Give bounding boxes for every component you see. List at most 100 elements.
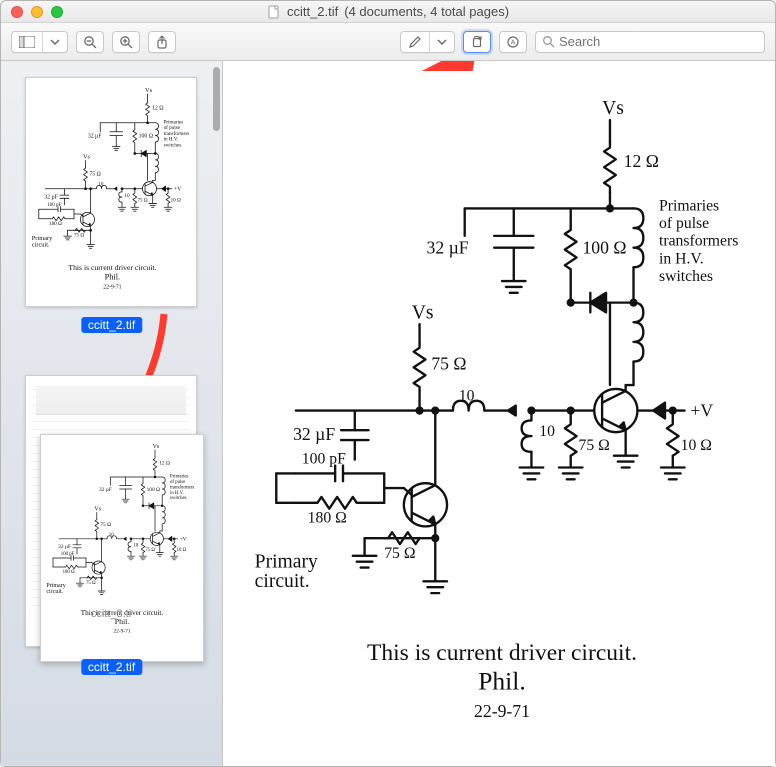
svg-text:of pulse: of pulse: [170, 480, 185, 485]
document-icon: [267, 5, 281, 19]
svg-text:switches: switches: [170, 496, 187, 501]
markup-chevron-icon[interactable]: [429, 32, 454, 52]
svg-text:10: 10: [98, 182, 104, 188]
view-mode-segmented[interactable]: [11, 31, 68, 53]
view-mode-chevron-icon[interactable]: [42, 32, 67, 52]
markup-segmented[interactable]: [400, 31, 455, 53]
sidebar-view-icon[interactable]: [12, 32, 42, 52]
svg-text:Primaries: Primaries: [659, 197, 719, 214]
svg-text:10: 10: [539, 423, 555, 440]
svg-text:This is current driver circuit: This is current driver circuit.: [367, 640, 637, 666]
svg-text:of pulse: of pulse: [164, 124, 181, 131]
svg-text:This is current driver circuit: This is current driver circuit.: [68, 263, 156, 272]
svg-text:75 Ω: 75 Ω: [384, 545, 415, 562]
svg-text:22-9-71: 22-9-71: [103, 285, 121, 291]
svg-text:in H.V.: in H.V.: [170, 491, 184, 496]
svg-text:transformers: transformers: [170, 485, 194, 490]
svg-text:10: 10: [109, 533, 114, 538]
thumbnail-1[interactable]: Vs 12 Ω: [25, 77, 197, 307]
zoom-in-icon: [119, 35, 133, 49]
svg-text:32 µF: 32 µF: [99, 487, 112, 493]
svg-text:A: A: [511, 39, 516, 46]
svg-text:Vs: Vs: [153, 444, 160, 450]
svg-text:75 Ω: 75 Ω: [100, 522, 111, 528]
svg-text:100 Ω: 100 Ω: [139, 134, 153, 140]
rotate-button[interactable]: [463, 31, 491, 53]
svg-text:12 Ω: 12 Ω: [624, 151, 659, 171]
thumbnail-2-ghost-label: ccitt_3.ti: [91, 608, 131, 620]
svg-text:22-9-71: 22-9-71: [113, 628, 130, 634]
zoom-out-button[interactable]: [76, 31, 104, 53]
close-window-button[interactable]: [11, 6, 23, 18]
svg-text:100 Ω: 100 Ω: [582, 238, 626, 258]
svg-text:Primary: Primary: [32, 235, 53, 242]
svg-text:100 Ω: 100 Ω: [147, 487, 160, 493]
markup-pencil-icon[interactable]: [401, 32, 429, 52]
inspector-button[interactable]: A: [499, 31, 527, 53]
svg-text:10: 10: [459, 388, 475, 405]
app-window: ccitt_2.tif (4 documents, 4 total pages): [0, 0, 776, 767]
svg-text:Primary: Primary: [255, 552, 318, 573]
thumbnail-sidebar[interactable]: Vs 12 Ω: [1, 61, 223, 766]
svg-text:180 Ω: 180 Ω: [308, 509, 347, 526]
svg-text:32 µF: 32 µF: [88, 134, 102, 140]
search-field[interactable]: [535, 31, 765, 53]
svg-text:Vs: Vs: [83, 154, 91, 161]
svg-text:100 pF: 100 pF: [47, 202, 61, 208]
toolbar: A: [1, 23, 775, 61]
svg-text:Vs: Vs: [94, 507, 101, 513]
svg-text:10 Ω: 10 Ω: [681, 437, 712, 454]
svg-text:32 µF: 32 µF: [427, 238, 469, 258]
svg-text:circuit.: circuit.: [255, 571, 310, 592]
thumbnail-2[interactable]: Vs 12 Ω: [25, 375, 197, 647]
svg-text:32 µF: 32 µF: [44, 194, 58, 200]
thumbnail-2-caption: ccitt_2.tif: [81, 659, 142, 675]
svg-text:75 Ω: 75 Ω: [89, 171, 100, 177]
svg-text:transformers: transformers: [164, 130, 190, 137]
svg-text:Phil.: Phil.: [478, 666, 525, 695]
svg-text:Primary: Primary: [46, 583, 65, 589]
svg-text:switches: switches: [164, 142, 182, 148]
minimize-window-button[interactable]: [31, 6, 43, 18]
svg-text:in H.V.: in H.V.: [164, 137, 179, 143]
zoom-out-icon: [83, 35, 97, 49]
svg-text:75 Ω: 75 Ω: [86, 581, 96, 586]
svg-text:32 µF: 32 µF: [58, 544, 71, 550]
svg-text:circuit.: circuit.: [32, 241, 50, 248]
share-button[interactable]: [148, 31, 176, 53]
search-input[interactable]: [559, 34, 758, 49]
svg-text:Phil.: Phil.: [105, 273, 120, 282]
zoom-in-button[interactable]: [112, 31, 140, 53]
svg-text:circuit.: circuit.: [46, 589, 63, 595]
thumbnail-1-caption: ccitt_2.tif: [81, 317, 142, 333]
svg-text:12 Ω: 12 Ω: [159, 460, 170, 466]
search-icon: [542, 35, 555, 48]
svg-text:12 Ω: 12 Ω: [152, 105, 163, 111]
svg-text:+V: +V: [180, 537, 187, 543]
svg-text:32 µF: 32 µF: [293, 424, 335, 444]
svg-text:switches: switches: [659, 268, 713, 285]
document-page: Vs 12 Ω: [237, 71, 767, 758]
inspector-icon: A: [506, 35, 520, 49]
svg-text:of pulse: of pulse: [659, 215, 709, 232]
svg-text:10 Ω: 10 Ω: [171, 198, 181, 204]
thumbnail-1-preview: Vs 12 Ω: [26, 78, 199, 302]
svg-text:10: 10: [133, 544, 138, 549]
sidebar-scrollbar[interactable]: [213, 67, 220, 131]
svg-text:+V: +V: [174, 187, 182, 193]
zoom-window-button[interactable]: [51, 6, 63, 18]
svg-text:75 Ω: 75 Ω: [431, 353, 466, 373]
svg-text:75 Ω: 75 Ω: [145, 548, 155, 553]
svg-text:100 pF: 100 pF: [61, 552, 75, 557]
svg-text:transformers: transformers: [659, 233, 738, 250]
svg-text:in H.V.: in H.V.: [659, 250, 704, 267]
svg-text:Vs: Vs: [602, 98, 624, 119]
svg-text:Primaries: Primaries: [164, 119, 184, 125]
document-viewer[interactable]: Vs 12 Ω: [223, 61, 775, 766]
svg-text:10: 10: [125, 193, 131, 199]
svg-text:22-9-71: 22-9-71: [474, 701, 530, 721]
svg-text:Vs: Vs: [145, 87, 153, 94]
svg-text:180 Ω: 180 Ω: [49, 221, 62, 227]
titlebar: ccitt_2.tif (4 documents, 4 total pages): [1, 1, 775, 23]
content-area: Vs 12 Ω: [1, 61, 775, 766]
